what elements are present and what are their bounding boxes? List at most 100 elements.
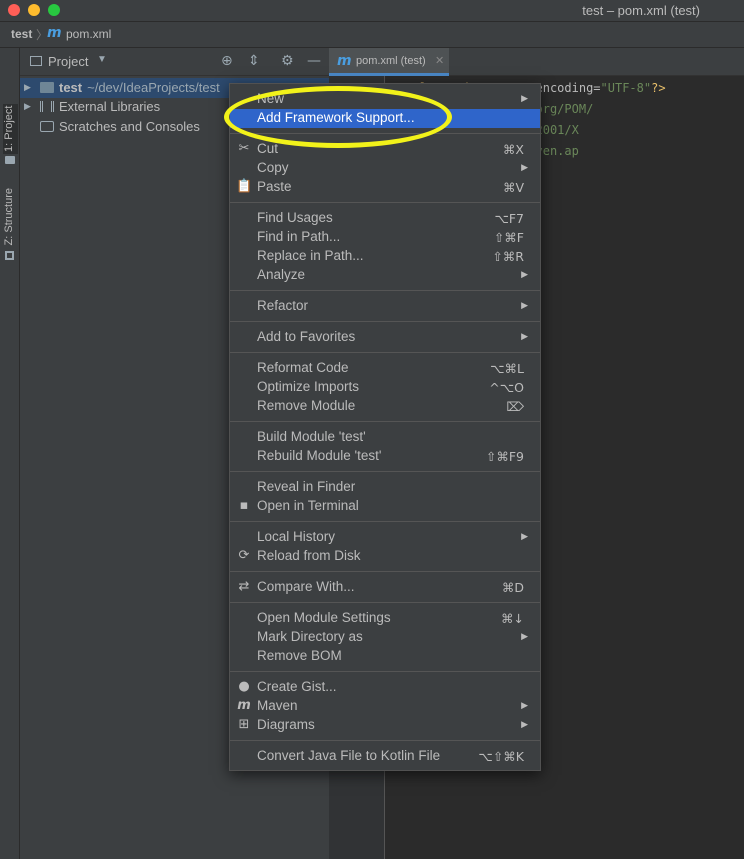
submenu-arrow-icon: ▶: [521, 719, 528, 729]
project-view-selector[interactable]: Project: [48, 54, 88, 69]
menu-item-shortcut: ⇧⌘F: [493, 230, 524, 245]
zoom-window-button[interactable]: [48, 4, 60, 16]
menu-item-label: New: [257, 91, 285, 106]
close-icon[interactable]: ✕: [435, 54, 444, 67]
chevron-down-icon[interactable]: ▼: [97, 54, 107, 65]
diagram-icon: ⊞: [238, 717, 250, 732]
window-title: test – pom.xml (test): [582, 3, 700, 18]
menu-item-find-in-path[interactable]: Find in Path... ⇧⌘F: [230, 228, 540, 247]
menu-separator: [230, 671, 540, 672]
close-window-button[interactable]: [8, 4, 20, 16]
menu-item-shortcut: ^⌥O: [489, 380, 524, 395]
menu-item-label: Create Gist...: [257, 679, 337, 694]
menu-item-label: Copy: [257, 160, 289, 175]
menu-item-refactor[interactable]: Refactor ▶: [230, 297, 540, 316]
structure-tool-tab[interactable]: Z: Structure: [3, 188, 15, 245]
breadcrumb-file[interactable]: pom.xml: [66, 27, 111, 41]
breadcrumb-project[interactable]: test: [11, 27, 32, 41]
menu-item-label: Maven: [257, 698, 298, 713]
menu-item-copy[interactable]: Copy ▶: [230, 159, 540, 178]
maven-file-icon: m: [337, 53, 352, 69]
menu-separator: [230, 133, 540, 134]
menu-separator: [230, 521, 540, 522]
menu-item-shortcut: ⇧⌘R: [492, 249, 524, 264]
menu-separator: [230, 471, 540, 472]
left-tool-strip: 1: Project Z: Structure: [0, 48, 20, 859]
menu-item-maven[interactable]: m Maven ▶: [230, 697, 540, 716]
menu-item-open-module-settings[interactable]: Open Module Settings ⌘↓: [230, 609, 540, 628]
tab-pom-xml[interactable]: m pom.xml (test) ✕: [329, 48, 449, 76]
code-token: ?>: [651, 81, 666, 95]
context-menu: New ▶ Add Framework Support... ✂ Cut ⌘X Copy ▶ 📋…: [229, 83, 541, 771]
menu-item-shortcut: ⌘D: [501, 580, 524, 595]
menu-item-diagrams[interactable]: ⊞ Diagrams ▶: [230, 716, 540, 735]
expand-arrow-icon[interactable]: ▶: [24, 82, 31, 93]
maven-file-icon: m: [47, 25, 62, 41]
menu-item-shortcut: ⌥⇧⌘K: [478, 749, 524, 764]
editor-tab-bar: m pom.xml (test) ✕: [329, 48, 744, 76]
menu-item-label: Find in Path...: [257, 229, 341, 244]
menu-separator: [230, 352, 540, 353]
project-toolbar: Project ▼ ⊕ ⇕ ⚙ —: [20, 48, 329, 76]
tree-node-path: ~/dev/IdeaProjects/test: [87, 80, 220, 95]
menu-item-analyze[interactable]: Analyze ▶: [230, 266, 540, 285]
submenu-arrow-icon: ▶: [521, 631, 528, 641]
collapse-all-icon[interactable]: ⇕: [248, 53, 260, 69]
hide-panel-icon[interactable]: —: [307, 53, 321, 69]
menu-item-open-in-terminal[interactable]: ▪ Open in Terminal: [230, 497, 540, 516]
menu-item-cut[interactable]: ✂ Cut ⌘X: [230, 140, 540, 159]
menu-separator: [230, 602, 540, 603]
navigation-bar: test 〉 m pom.xml: [0, 22, 744, 48]
menu-item-rebuild-module-test[interactable]: Rebuild Module 'test' ⇧⌘F9: [230, 447, 540, 466]
menu-item-compare-with[interactable]: ⇄ Compare With... ⌘D: [230, 578, 540, 597]
menu-item-label: Find Usages: [257, 210, 333, 225]
menu-item-optimize-imports[interactable]: Optimize Imports ^⌥O: [230, 378, 540, 397]
expand-arrow-icon[interactable]: ▶: [24, 101, 31, 112]
menu-separator: [230, 202, 540, 203]
module-folder-icon: [40, 82, 54, 93]
menu-item-build-module-test[interactable]: Build Module 'test': [230, 428, 540, 447]
clipboard-icon: 📋: [236, 179, 253, 194]
tab-label: pom.xml (test): [356, 55, 426, 67]
submenu-arrow-icon: ▶: [521, 162, 528, 172]
github-icon: ●: [238, 679, 250, 694]
minimize-window-button[interactable]: [28, 4, 40, 16]
menu-item-reformat-code[interactable]: Reformat Code ⌥⌘L: [230, 359, 540, 378]
submenu-arrow-icon: ▶: [521, 269, 528, 279]
menu-item-reload-from-disk[interactable]: ⟳ Reload from Disk: [230, 547, 540, 566]
menu-separator: [230, 290, 540, 291]
menu-item-mark-directory-as[interactable]: Mark Directory as ▶: [230, 628, 540, 647]
locate-icon[interactable]: ⊕: [221, 53, 233, 69]
menu-item-replace-in-path[interactable]: Replace in Path... ⇧⌘R: [230, 247, 540, 266]
library-icon: [40, 101, 54, 112]
menu-item-convert-java-file-to-kotlin-file[interactable]: Convert Java File to Kotlin File ⌥⇧⌘K: [230, 747, 540, 766]
menu-item-label: Build Module 'test': [257, 429, 366, 444]
code-token: "UTF-8": [600, 81, 652, 95]
menu-item-shortcut: ⌘↓: [501, 611, 524, 626]
menu-item-new[interactable]: New ▶: [230, 90, 540, 109]
menu-separator: [230, 421, 540, 422]
menu-item-shortcut: ⌘V: [502, 180, 524, 195]
menu-item-add-framework-support[interactable]: Add Framework Support...: [230, 109, 540, 128]
menu-item-label: Open in Terminal: [257, 498, 359, 513]
submenu-arrow-icon: ▶: [521, 700, 528, 710]
menu-item-shortcut: ⇧⌘F9: [485, 449, 524, 464]
menu-item-local-history[interactable]: Local History ▶: [230, 528, 540, 547]
menu-item-remove-bom[interactable]: Remove BOM: [230, 647, 540, 666]
menu-item-paste[interactable]: 📋 Paste ⌘V: [230, 178, 540, 197]
menu-item-add-to-favorites[interactable]: Add to Favorites ▶: [230, 328, 540, 347]
menu-item-label: Reveal in Finder: [257, 479, 356, 494]
project-tool-tab[interactable]: 1: Project: [3, 104, 18, 154]
submenu-arrow-icon: ▶: [521, 531, 528, 541]
menu-item-find-usages[interactable]: Find Usages ⌥F7: [230, 209, 540, 228]
gear-icon[interactable]: ⚙: [281, 53, 294, 69]
menu-item-create-gist[interactable]: ● Create Gist...: [230, 678, 540, 697]
reload-icon: ⟳: [238, 548, 250, 563]
menu-item-shortcut: ⌥⌘L: [490, 361, 524, 376]
menu-item-label: Rebuild Module 'test': [257, 448, 382, 463]
project-folder-icon: [5, 156, 15, 164]
title-bar: test – pom.xml (test): [0, 0, 744, 22]
menu-item-reveal-in-finder[interactable]: Reveal in Finder: [230, 478, 540, 497]
menu-item-remove-module[interactable]: Remove Module ⌦: [230, 397, 540, 416]
submenu-arrow-icon: ▶: [521, 93, 528, 103]
